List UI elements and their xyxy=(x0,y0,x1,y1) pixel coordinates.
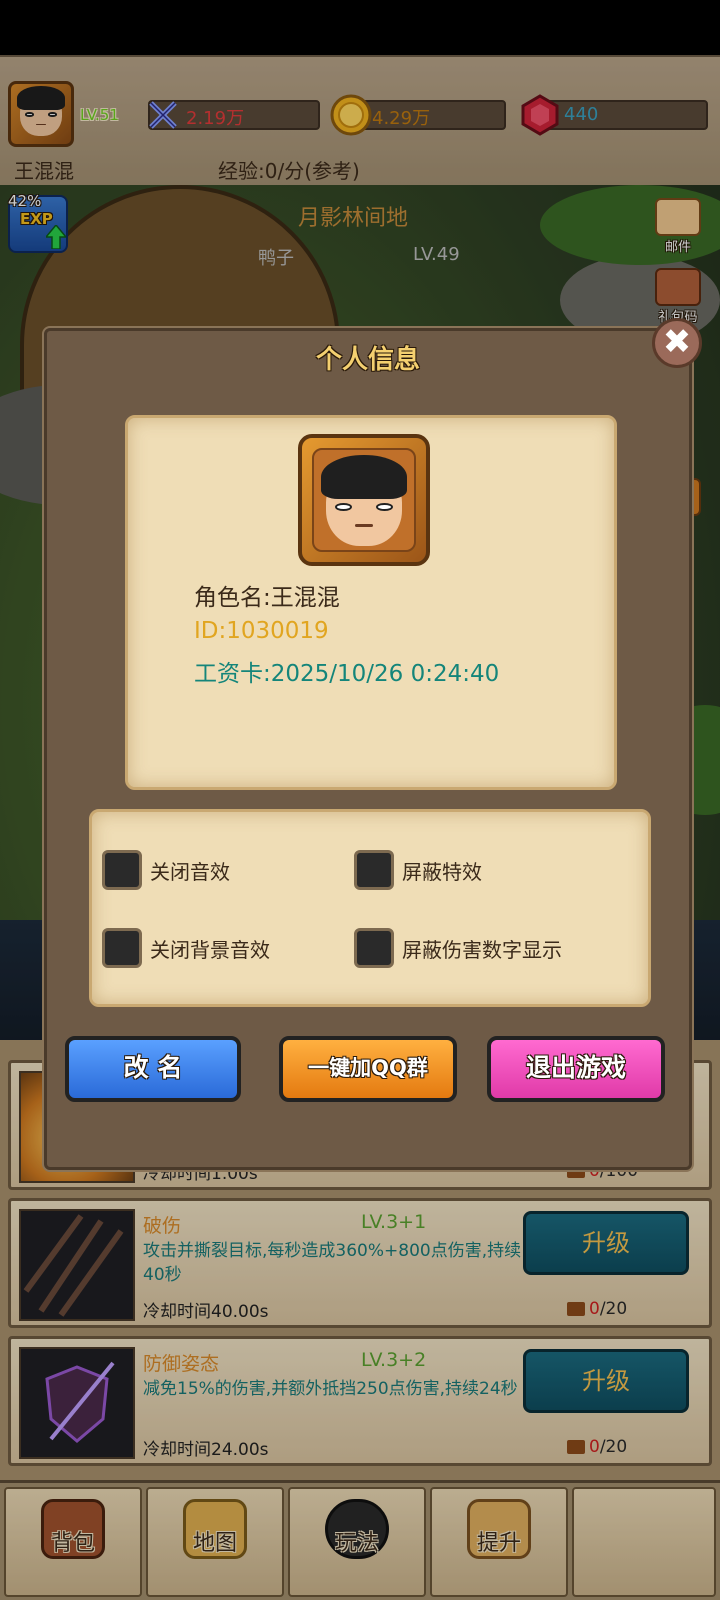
option-hide-damage-numbers[interactable]: 屏蔽伤害数字显示 xyxy=(354,928,562,968)
exit-game-button[interactable]: 退出游戏 xyxy=(487,1036,665,1102)
rename-button[interactable]: 改 名 xyxy=(65,1036,241,1102)
modal-title: 个人信息 xyxy=(315,345,420,375)
salary-card: 工资卡:2025/10/26 0:24:40 xyxy=(194,661,500,687)
option-mute-bgm[interactable]: 关闭背景音效 xyxy=(102,928,270,968)
character-name: 角色名:王混混 xyxy=(194,585,340,611)
profile-info-card: 角色名:王混混 ID:1030019 工资卡:2025/10/26 0:24:4… xyxy=(125,415,617,790)
close-icon[interactable]: ✖ xyxy=(652,318,702,368)
option-mute-sfx[interactable]: 关闭音效 xyxy=(102,850,230,890)
join-qq-group-button[interactable]: 一键加QQ群 xyxy=(279,1036,457,1102)
option-label: 屏蔽特效 xyxy=(402,859,482,884)
option-label: 屏蔽伤害数字显示 xyxy=(402,937,562,962)
checkbox[interactable] xyxy=(354,850,394,890)
checkbox[interactable] xyxy=(354,928,394,968)
option-hide-effects[interactable]: 屏蔽特效 xyxy=(354,850,482,890)
profile-modal: 个人信息 角色名:王混混 ID:1030019 工资卡:2025/10/26 0… xyxy=(44,328,692,1170)
option-label: 关闭背景音效 xyxy=(150,937,270,962)
settings-card: 关闭音效 屏蔽特效 关闭背景音效 屏蔽伤害数字显示 xyxy=(89,809,651,1007)
character-id: ID:1030019 xyxy=(194,618,329,644)
option-label: 关闭音效 xyxy=(150,859,230,884)
checkbox[interactable] xyxy=(102,850,142,890)
profile-avatar xyxy=(298,434,430,566)
checkbox[interactable] xyxy=(102,928,142,968)
